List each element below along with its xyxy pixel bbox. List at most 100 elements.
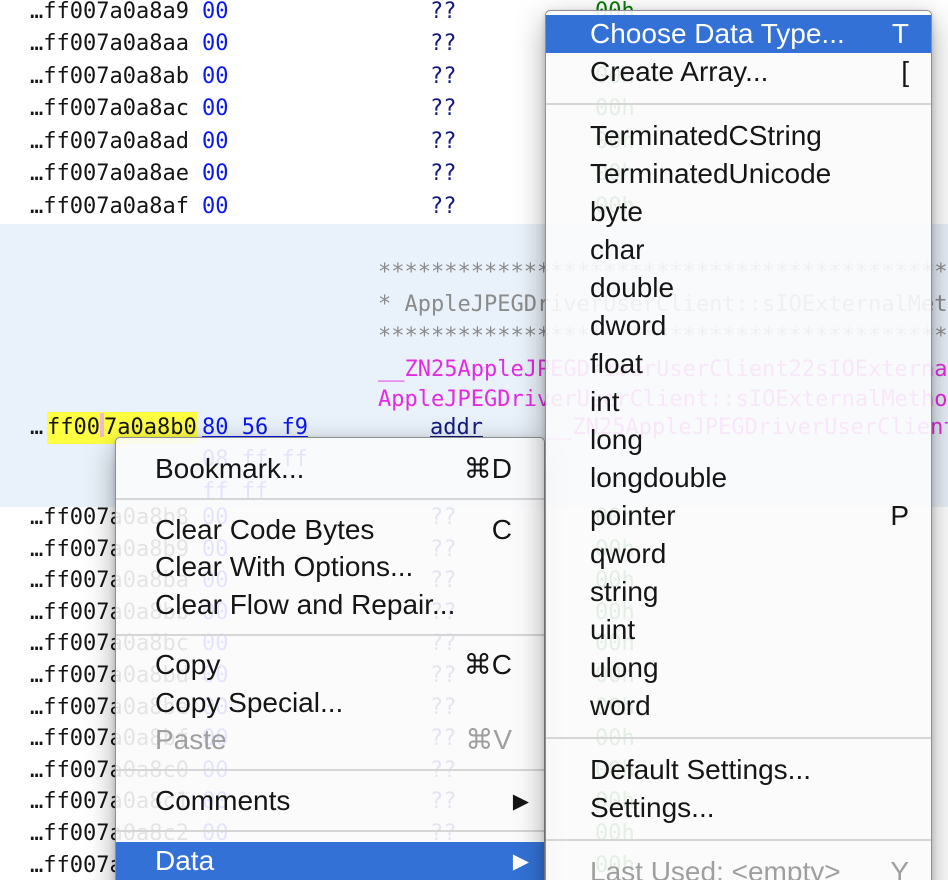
menu-item-label: char — [590, 234, 644, 265]
row-address: …ff007a0a8aa — [30, 28, 189, 60]
data-type-submenu: Choose Data Type... T Create Array... [ … — [545, 10, 932, 880]
row-type: ?? — [430, 0, 457, 28]
menu-item[interactable]: Bookmark... ⌘D — [116, 450, 544, 488]
address-ellipsis: … — [30, 412, 43, 444]
menu-item-label: Default Settings... — [590, 754, 811, 785]
row-byte: 00 — [202, 158, 229, 190]
menu-item-label: byte — [590, 196, 643, 227]
menu-item[interactable]: double — [546, 269, 931, 307]
menu-item[interactable]: word — [546, 687, 931, 725]
menu-separator — [116, 634, 544, 636]
submenu-arrow-icon: ▶ — [513, 843, 529, 880]
menu-item-label: qword — [590, 538, 666, 569]
menu-item[interactable]: Clear Flow and Repair... — [116, 586, 544, 624]
menu-item-label: Comments — [155, 785, 290, 816]
menu-item-label: Last Used: <empty> — [590, 856, 841, 880]
row-type: ?? — [430, 28, 457, 60]
row-byte: 00 — [202, 0, 229, 28]
menu-item[interactable]: long — [546, 421, 931, 459]
menu-item[interactable]: float — [546, 345, 931, 383]
row-byte: 00 — [202, 126, 229, 158]
menu-item[interactable]: Create Array... [ — [546, 53, 931, 91]
menu-item[interactable]: ulong — [546, 649, 931, 687]
menu-item-label: ulong — [590, 652, 659, 683]
submenu-arrow-icon: ▶ — [513, 783, 529, 821]
menu-item-shortcut: C — [492, 511, 512, 549]
menu-item[interactable]: longdouble — [546, 459, 931, 497]
menu-item-label: Create Array... — [590, 56, 768, 87]
menu-item-shortcut: [ — [901, 53, 909, 91]
row-byte: 00 — [202, 93, 229, 125]
menu-item[interactable]: TerminatedUnicode — [546, 155, 931, 193]
row-byte: 00 — [202, 191, 229, 223]
menu-item[interactable]: Clear Code Bytes C — [116, 511, 544, 549]
menu-item[interactable]: int — [546, 383, 931, 421]
menu-item-label: long — [590, 424, 643, 455]
menu-item-label: double — [590, 272, 674, 303]
menu-item-shortcut: ⌘C — [464, 646, 512, 684]
menu-item[interactable]: pointer P — [546, 497, 931, 535]
row-address: …ff007a0a8a9 — [30, 0, 189, 28]
menu-separator — [546, 839, 931, 841]
menu-item[interactable]: Copy Special... — [116, 684, 544, 722]
menu-item-label: TerminatedUnicode — [590, 158, 831, 189]
context-menu: Bookmark... ⌘D Clear Code Bytes C Clear … — [115, 437, 545, 880]
menu-item-label: TerminatedCString — [590, 120, 822, 151]
menu-item-label: Copy Special... — [155, 687, 343, 718]
menu-item[interactable]: char — [546, 231, 931, 269]
menu-item-label: longdouble — [590, 462, 727, 493]
menu-item-shortcut: P — [890, 497, 909, 535]
menu-item[interactable]: byte — [546, 193, 931, 231]
menu-item[interactable]: dword — [546, 307, 931, 345]
menu-separator — [116, 830, 544, 832]
menu-item[interactable]: Paste ⌘V — [116, 721, 544, 759]
menu-item-label: Settings... — [590, 792, 715, 823]
menu-item[interactable]: qword — [546, 535, 931, 573]
menu-item[interactable]: Default Settings... — [546, 751, 931, 789]
menu-item-label: Clear Flow and Repair... — [155, 589, 455, 620]
menu-item-shortcut: Y — [890, 853, 909, 880]
menu-item-label: Clear Code Bytes — [155, 514, 374, 545]
menu-separator — [546, 737, 931, 739]
menu-item[interactable]: uint — [546, 611, 931, 649]
menu-item[interactable]: string — [546, 573, 931, 611]
menu-item-shortcut: T — [892, 15, 909, 53]
menu-separator — [116, 498, 544, 500]
menu-item[interactable]: Last Used: <empty> Y — [546, 853, 931, 880]
menu-item-label: word — [590, 690, 651, 721]
menu-separator — [116, 769, 544, 771]
menu-item[interactable]: Copy ⌘C — [116, 646, 544, 684]
row-address: …ff007a0a8ac — [30, 93, 189, 125]
menu-item-label: int — [590, 386, 620, 417]
menu-item-label: float — [590, 348, 643, 379]
row-type: ?? — [430, 61, 457, 93]
row-byte: 00 — [202, 28, 229, 60]
row-address: …ff007a0a8ae — [30, 158, 189, 190]
menu-item-label: Paste — [155, 724, 227, 755]
row-type: ?? — [430, 191, 457, 223]
menu-item[interactable]: Settings... — [546, 789, 931, 827]
row-type: ?? — [430, 93, 457, 125]
row-type: ?? — [430, 158, 457, 190]
hopper-disassembly-view: …ff007a0a8a9 00 ?? 00h …ff007a0a8aa 00 ?… — [0, 0, 948, 880]
menu-item-label: Copy — [155, 649, 220, 680]
menu-item-label: dword — [590, 310, 666, 341]
row-type: ?? — [430, 126, 457, 158]
menu-item[interactable]: Clear With Options... — [116, 548, 544, 586]
row-address: …ff007a0a8af — [30, 191, 189, 223]
menu-item[interactable]: Data ▶ — [116, 842, 544, 880]
menu-separator — [546, 103, 931, 105]
menu-item-label: pointer — [590, 500, 676, 531]
row-address: …ff007a0a8ab — [30, 61, 189, 93]
row-address: …ff007a0a8ad — [30, 126, 189, 158]
menu-item-label: uint — [590, 614, 635, 645]
menu-item-shortcut: ⌘D — [464, 450, 512, 488]
menu-item-label: string — [590, 576, 658, 607]
menu-item-label: Clear With Options... — [155, 551, 413, 582]
menu-item[interactable]: TerminatedCString — [546, 117, 931, 155]
row-byte: 00 — [202, 61, 229, 93]
menu-item-label: Bookmark... — [155, 453, 304, 484]
menu-item-shortcut: ⌘V — [465, 721, 512, 759]
menu-item[interactable]: Comments ▶ — [116, 782, 544, 820]
menu-item[interactable]: Choose Data Type... T — [546, 15, 931, 53]
